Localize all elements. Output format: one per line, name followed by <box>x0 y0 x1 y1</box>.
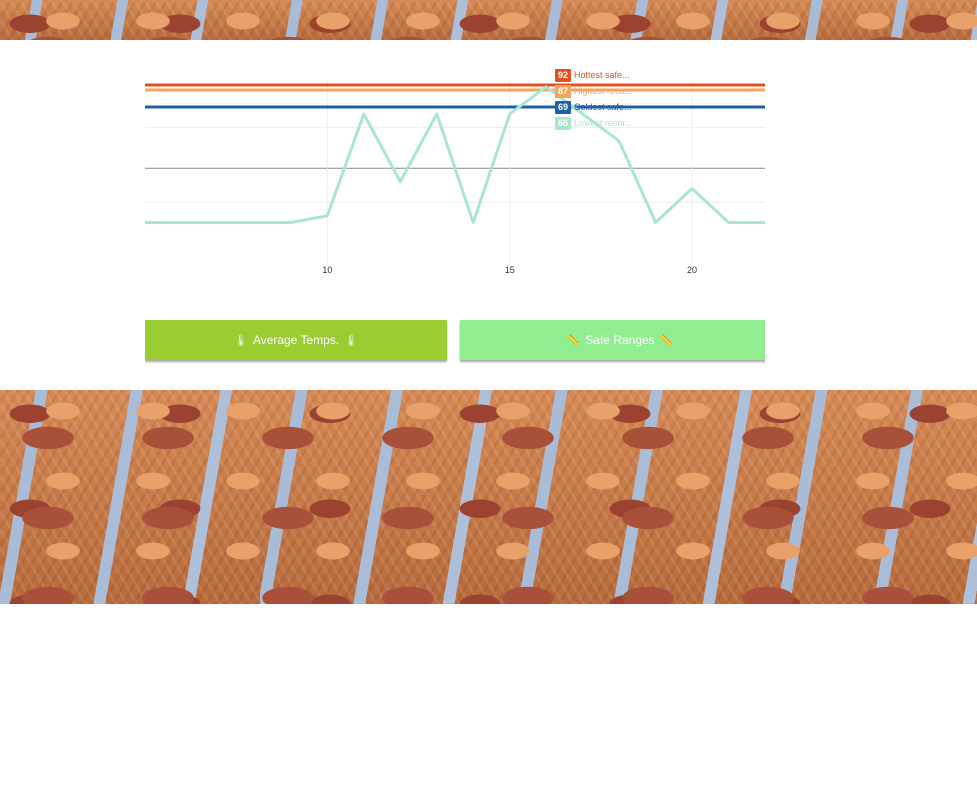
series-badge-label: Coldest safe... <box>574 102 632 112</box>
thermometer-icon: 🌡 <box>233 334 248 347</box>
temperature-line-chart: 10 15 20 92 Hottest safe... 87 Highest reco...… <box>145 69 765 275</box>
average-temps-button[interactable]: 🌡 Average Temps. 🌡 <box>145 320 447 360</box>
series-badge-label: Hottest safe... <box>574 70 630 80</box>
x-tick-label: 10 <box>322 265 332 275</box>
ruler-icon: 📏 <box>659 334 674 347</box>
snake-skin-banner-bottom <box>0 390 977 604</box>
x-tick-label: 15 <box>505 265 515 275</box>
ruler-icon: 📏 <box>566 334 581 347</box>
series-badge-label: Highest reco... <box>574 86 632 96</box>
safe-ranges-label: Safe Ranges <box>585 333 655 347</box>
temperature-chart-panel: 10 15 20 92 Hottest safe... 87 Highest reco...… <box>145 40 765 390</box>
snake-skin-banner-top <box>0 0 977 40</box>
x-tick-label: 20 <box>687 265 697 275</box>
average-temps-label: Average Temps. <box>252 333 340 347</box>
series-badge-value: 87 <box>558 86 568 96</box>
thermometer-icon: 🌡 <box>344 334 359 347</box>
safe-ranges-button[interactable]: 📏 Safe Ranges 📏 <box>460 320 765 360</box>
series-badge-value: 92 <box>558 70 568 80</box>
series-badge-value: 69 <box>558 102 568 112</box>
series-badge-value: 65 <box>558 118 568 128</box>
series-badge-label: Lowest recor... <box>574 118 633 128</box>
